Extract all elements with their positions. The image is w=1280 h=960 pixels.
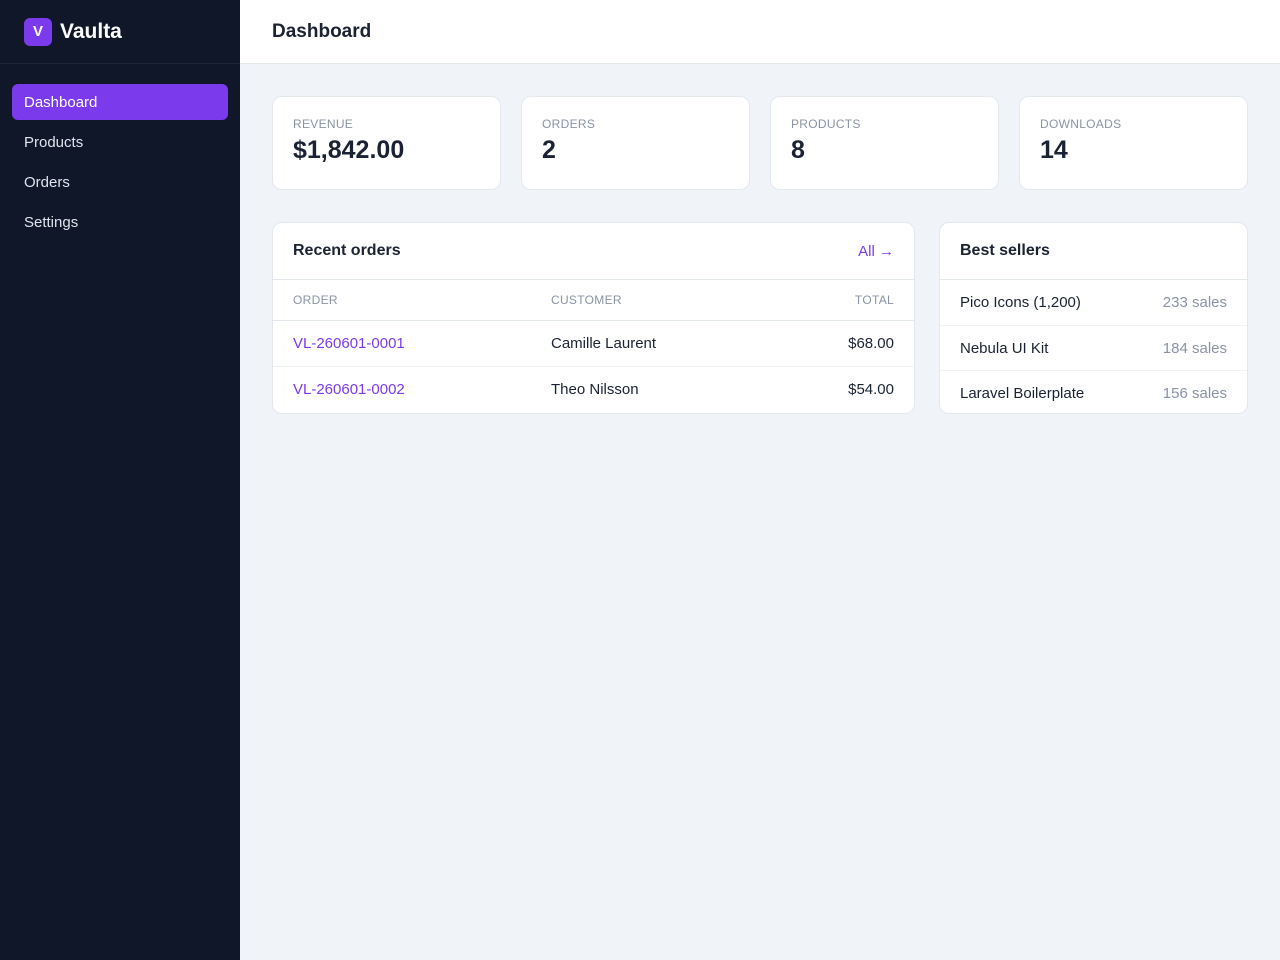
table-row[interactable]: VL-260601-0001 Camille Laurent $68.00 — [273, 321, 914, 366]
best-sellers-panel: Best sellers Pico Icons (1,200) 233 sale… — [939, 222, 1248, 414]
customer-name: Camille Laurent — [551, 335, 657, 352]
stat-card-revenue: REVENUE $1,842.00 — [272, 96, 501, 190]
order-total: $68.00 — [848, 335, 894, 352]
stat-card-downloads: DOWNLOADS 14 — [1019, 96, 1248, 190]
column-header-total[interactable]: TOTAL — [774, 293, 894, 307]
sales-count: 156 sales — [1162, 384, 1227, 402]
sidebar-nav: Dashboard Products Orders Settings — [0, 64, 240, 240]
list-item[interactable]: Nebula UI Kit 184 sales — [940, 325, 1247, 370]
view-all-orders-link[interactable]: All → — [858, 243, 894, 260]
brand-name: Vaulta — [60, 19, 122, 43]
brand[interactable]: V Vaulta — [0, 0, 240, 64]
product-name: Nebula UI Kit — [960, 339, 1049, 357]
stat-card-orders: ORDERS 2 — [521, 96, 750, 190]
recent-orders-header: Recent orders All → — [273, 223, 914, 280]
top-bar: Dashboard — [240, 0, 1280, 64]
sales-count: 184 sales — [1162, 339, 1227, 357]
sidebar-item-orders[interactable]: Orders — [12, 164, 228, 200]
stat-card-products: PRODUCTS 8 — [770, 96, 999, 190]
stat-label: REVENUE — [293, 117, 354, 131]
stat-label: ORDERS — [542, 117, 596, 131]
stat-label: PRODUCTS — [791, 117, 861, 131]
list-item[interactable]: Laravel Boilerplate 156 sales — [940, 370, 1247, 413]
stat-value: $1,842.00 — [293, 136, 405, 164]
best-sellers-header: Best sellers — [940, 223, 1247, 280]
order-id-link[interactable]: VL-260601-0002 — [293, 381, 551, 398]
recent-orders-panel: Recent orders All → ORDER CUSTOMER TOTAL… — [272, 222, 915, 414]
sidebar-item-dashboard[interactable]: Dashboard — [12, 84, 228, 120]
list-item[interactable]: Pico Icons (1,200) 233 sales — [940, 280, 1247, 325]
stats-row: REVENUE $1,842.00 ORDERS 2 PRODUCTS 8 DO… — [272, 96, 1248, 190]
recent-orders-title: Recent orders — [293, 242, 401, 259]
table-row[interactable]: VL-260601-0002 Theo Nilsson $54.00 — [273, 366, 914, 411]
column-header-order[interactable]: ORDER — [293, 293, 551, 307]
sidebar-item-products[interactable]: Products — [12, 124, 228, 160]
stat-value: 8 — [791, 136, 805, 164]
product-name: Pico Icons (1,200) — [960, 294, 1081, 311]
stat-value: 2 — [542, 136, 556, 164]
product-name: Laravel Boilerplate — [960, 384, 1085, 402]
order-id-link[interactable]: VL-260601-0001 — [293, 335, 551, 352]
brand-logo: V — [24, 17, 52, 46]
best-sellers-title: Best sellers — [960, 242, 1050, 259]
stat-value: 14 — [1040, 136, 1068, 164]
sidebar-item-settings[interactable]: Settings — [12, 204, 228, 240]
customer-name: Theo Nilsson — [551, 380, 639, 398]
column-header-customer[interactable]: CUSTOMER — [551, 293, 774, 307]
sidebar: V Vaulta Dashboard Products Orders Setti… — [0, 0, 240, 960]
orders-table-header: ORDER CUSTOMER TOTAL — [273, 280, 914, 321]
sales-count: 233 sales — [1162, 294, 1227, 311]
order-total: $54.00 — [848, 380, 894, 398]
stat-label: DOWNLOADS — [1040, 117, 1122, 131]
page-title: Dashboard — [272, 20, 372, 42]
